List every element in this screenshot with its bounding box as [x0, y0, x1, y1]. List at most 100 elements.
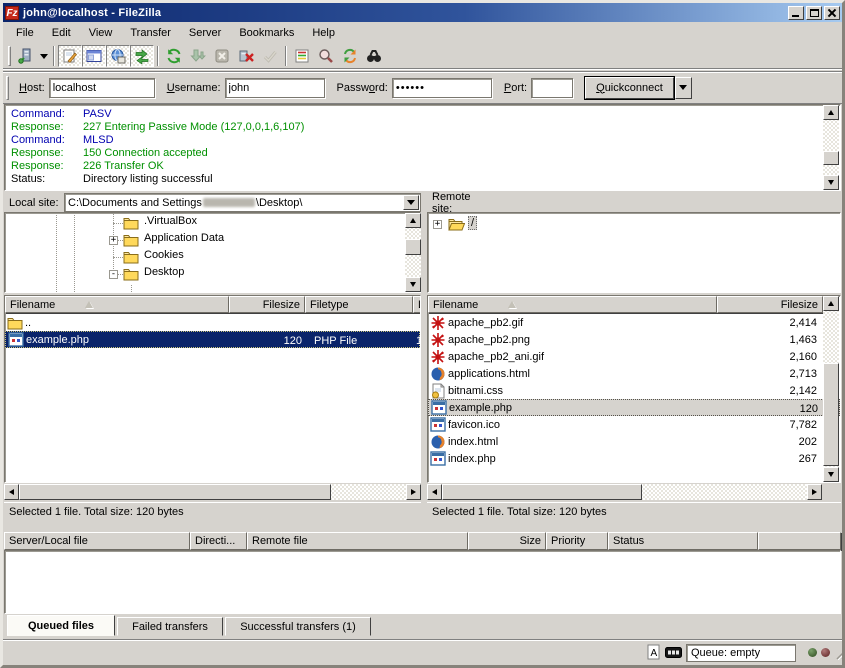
synchronized-browsing-button[interactable] — [338, 45, 362, 67]
toolbar-grip[interactable] — [8, 46, 11, 66]
queue-column-server-local[interactable]: Server/Local file — [4, 532, 190, 550]
scroll-right-button[interactable] — [406, 484, 421, 500]
scroll-left-button[interactable] — [4, 484, 19, 500]
site-manager-dropdown[interactable] — [38, 45, 50, 67]
file-row[interactable]: apache_pb2_ani.gif 2,160 — [428, 348, 840, 365]
remote-directory-tree[interactable]: + / — [427, 212, 841, 293]
queue-column-priority[interactable]: Priority — [546, 532, 608, 550]
tree-item-virtualbox[interactable]: .VirtualBox — [142, 215, 199, 227]
tab-successful-transfers[interactable]: Successful transfers (1) — [225, 617, 371, 636]
scroll-up-button[interactable] — [823, 105, 839, 120]
tree-item-cookies[interactable]: Cookies — [142, 249, 186, 261]
menu-bookmarks[interactable]: Bookmarks — [230, 25, 303, 41]
file-row-parent-dir[interactable]: .. — [5, 314, 420, 331]
tree-expander-minus[interactable]: - — [109, 270, 118, 279]
tree-item-application-data[interactable]: Application Data — [142, 232, 226, 244]
file-row-example-php[interactable]: example.php 120 PHP File 1 — [5, 331, 420, 348]
queue-list-area[interactable] — [4, 550, 841, 614]
resize-grip[interactable] — [836, 646, 845, 660]
port-input[interactable] — [531, 78, 573, 98]
process-queue-button[interactable] — [186, 45, 210, 67]
scroll-down-button[interactable] — [405, 277, 421, 292]
queue-column-size[interactable]: Size — [468, 532, 546, 550]
tree-item-desktop[interactable]: Desktop — [142, 266, 186, 278]
tree-expander-plus[interactable]: + — [433, 220, 442, 229]
menu-server[interactable]: Server — [180, 25, 230, 41]
quickconnect-dropdown[interactable] — [675, 77, 692, 99]
quickconnect-grip[interactable] — [6, 76, 9, 100]
menu-edit[interactable]: Edit — [43, 25, 80, 41]
scroll-right-button[interactable] — [807, 484, 822, 500]
title-bar[interactable]: Fz john@localhost - FileZilla — [3, 3, 842, 22]
file-row[interactable]: bitnami.css 2,142 — [428, 382, 840, 399]
tree-item-root[interactable]: / — [468, 216, 477, 230]
reconnect-button[interactable] — [258, 45, 282, 67]
window-title: john@localhost - FileZilla — [23, 7, 161, 19]
file-row[interactable]: apache_pb2.png 1,463 — [428, 331, 840, 348]
toggle-local-tree-button[interactable] — [82, 45, 106, 67]
local-site-combobox[interactable]: C:\Documents and Settings\Desktop\ — [64, 193, 421, 212]
file-row[interactable]: applications.html 2,713 — [428, 365, 840, 382]
windows-file-icon — [430, 417, 446, 432]
file-row[interactable]: index.php 267 — [428, 450, 840, 467]
directory-comparison-button[interactable] — [314, 45, 338, 67]
host-input[interactable] — [49, 78, 155, 98]
speed-limit-icon[interactable] — [665, 647, 682, 658]
file-row[interactable]: apache_pb2.gif 2,414 — [428, 314, 840, 331]
scrollbar-thumb[interactable] — [823, 151, 839, 165]
tab-queued-files[interactable]: Queued files — [7, 615, 115, 636]
message-log[interactable]: Command:PASV Response:227 Entering Passi… — [4, 104, 841, 191]
minimize-button[interactable] — [788, 6, 804, 20]
username-input[interactable] — [225, 78, 325, 98]
data-type-indicator-icon[interactable]: A — [647, 644, 661, 661]
disconnect-button[interactable] — [234, 45, 258, 67]
file-row[interactable]: favicon.ico 7,782 — [428, 416, 840, 433]
menu-file[interactable]: File — [7, 25, 43, 41]
tree-expander-plus[interactable]: + — [109, 236, 118, 245]
toolbar-separator — [157, 46, 159, 66]
refresh-button[interactable] — [162, 45, 186, 67]
scroll-down-button[interactable] — [823, 467, 839, 482]
menu-view[interactable]: View — [80, 25, 122, 41]
filter-button[interactable] — [290, 45, 314, 67]
column-header-filename[interactable]: Filename — [5, 296, 229, 313]
column-header-filetype[interactable]: Filetype — [305, 296, 413, 313]
file-row-selected[interactable]: example.php 120 — [428, 399, 840, 416]
queue-column-direction[interactable]: Directi... — [190, 532, 247, 550]
password-input[interactable] — [392, 78, 492, 98]
toggle-message-log-button[interactable] — [58, 45, 82, 67]
quickconnect-button[interactable]: Quickconnect — [585, 77, 674, 99]
local-directory-tree[interactable]: .VirtualBox + Application Data Cookies -… — [4, 212, 421, 293]
cancel-operation-button[interactable] — [210, 45, 234, 67]
column-header-filesize[interactable]: Filesize — [717, 296, 823, 313]
scrollbar-thumb[interactable] — [405, 239, 421, 255]
column-header-filesize[interactable]: Filesize — [229, 296, 305, 313]
column-header-lastmodified[interactable]: L — [413, 296, 421, 313]
find-files-button[interactable] — [362, 45, 386, 67]
scroll-up-button[interactable] — [405, 213, 421, 228]
maximize-button[interactable] — [806, 6, 822, 20]
scrollbar-thumb[interactable] — [19, 484, 331, 500]
combobox-dropdown-button[interactable] — [403, 195, 419, 210]
queue-column-remote-file[interactable]: Remote file — [247, 532, 468, 550]
scroll-left-button[interactable] — [427, 484, 442, 500]
folder-icon — [7, 316, 23, 330]
folder-icon — [123, 233, 139, 247]
close-button[interactable] — [824, 6, 840, 20]
file-row[interactable]: index.html 202 — [428, 433, 840, 450]
column-header-filename[interactable]: Filename — [428, 296, 717, 313]
scrollbar-thumb[interactable] — [442, 484, 642, 500]
menu-help[interactable]: Help — [303, 25, 344, 41]
queue-column-status[interactable]: Status — [608, 532, 758, 550]
tab-failed-transfers[interactable]: Failed transfers — [117, 617, 223, 636]
local-file-list[interactable]: Filename Filesize Filetype L .. example.… — [4, 295, 421, 483]
menu-transfer[interactable]: Transfer — [121, 25, 180, 41]
remote-file-list[interactable]: Filename Filesize apache_pb2.gif 2,414 a… — [427, 295, 841, 483]
toggle-remote-tree-button[interactable] — [106, 45, 130, 67]
queue-column-empty[interactable] — [758, 532, 841, 550]
toggle-queue-button[interactable] — [130, 45, 154, 67]
site-manager-button[interactable] — [14, 45, 38, 67]
scroll-down-button[interactable] — [823, 175, 839, 190]
scroll-up-button[interactable] — [823, 296, 839, 311]
scrollbar-thumb[interactable] — [823, 363, 839, 466]
